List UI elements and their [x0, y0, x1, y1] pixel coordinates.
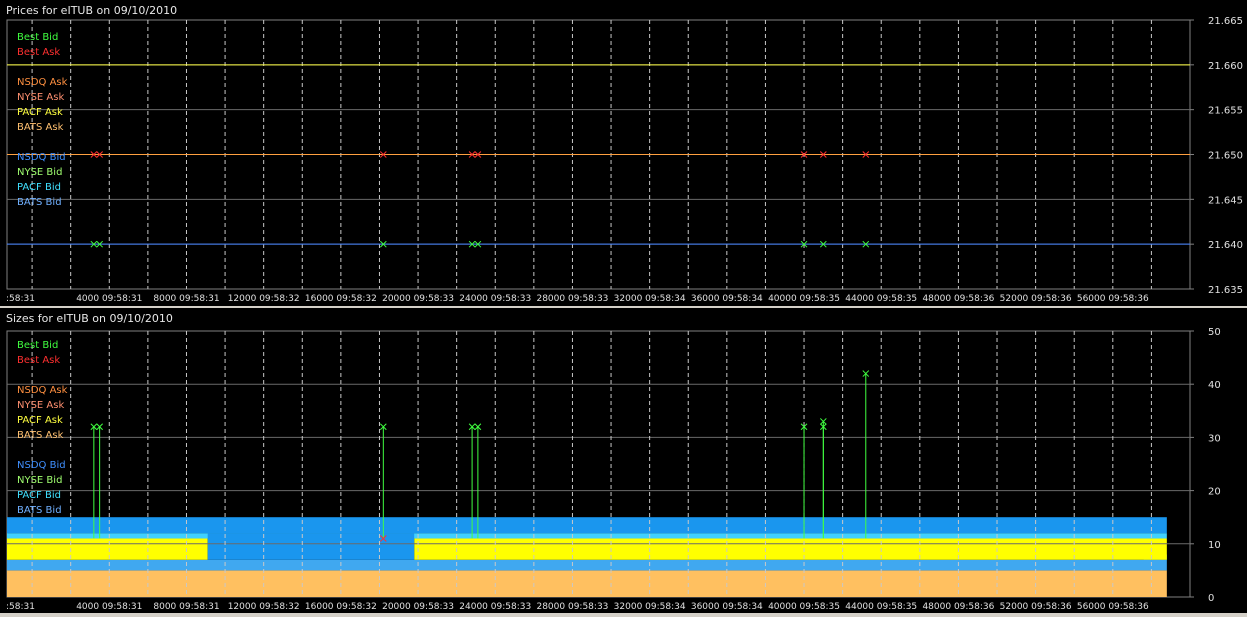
y-tick-label: 21.650: [1208, 151, 1243, 162]
price-panel-title: Prices for eITUB on 09/10/2010: [6, 4, 177, 17]
x-tick-label: :58:31: [6, 294, 35, 304]
x-tick-label: :58:31: [6, 602, 35, 612]
legend-item: PACF Bid: [17, 182, 61, 193]
legend-item: BATS Ask: [17, 430, 64, 441]
x-tick-label: 44000 09:58:35: [845, 602, 917, 612]
legend-item: NYSE Bid: [17, 475, 62, 486]
legend-item: NYSE Ask: [17, 92, 64, 103]
x-tick-label: 24000 09:58:33: [459, 602, 531, 612]
y-tick-label: 21.635: [1208, 285, 1243, 296]
size-band-bats-ask: [7, 570, 1167, 597]
y-tick-label: 21.660: [1208, 61, 1243, 72]
y-tick-label: 30: [1208, 433, 1221, 444]
market-depth-window: Prices for eITUB on 09/10/2010 21.665 21.…: [0, 0, 1247, 613]
legend-item: NSDQ Ask: [17, 77, 68, 88]
x-tick-label: 28000 09:58:33: [536, 294, 608, 304]
legend-item: BATS Bid: [17, 197, 62, 208]
x-tick-label: 12000 09:58:32: [228, 602, 300, 612]
size-band-bats-bid: [7, 559, 1167, 571]
y-tick-label: 21.640: [1208, 240, 1243, 251]
y-tick-label: 50: [1208, 327, 1221, 338]
y-tick-label: 21.655: [1208, 106, 1243, 117]
size-band-pacf-bid: [7, 533, 1167, 539]
x-tick-label: 4000 09:58:31: [76, 602, 142, 612]
x-tick-label: 28000 09:58:33: [536, 602, 608, 612]
y-tick-label: 10: [1208, 540, 1221, 551]
size-band-nsdq-bid: [7, 517, 1167, 534]
x-tick-label: 32000 09:58:34: [614, 602, 686, 612]
price-panel: Prices for eITUB on 09/10/2010 21.665 21.…: [0, 0, 1247, 306]
size-band-pacf-ask: [7, 538, 208, 560]
legend-item: PACF Ask: [17, 107, 63, 118]
x-tick-label: 20000 09:58:33: [382, 294, 454, 304]
legend-item: Best Ask: [17, 355, 60, 366]
x-tick-label: 8000 09:58:31: [153, 602, 219, 612]
x-tick-label: 4000 09:58:31: [76, 294, 142, 304]
legend-item: NYSE Bid: [17, 167, 62, 178]
legend-item: Best Ask: [17, 47, 60, 58]
x-tick-label: 36000 09:58:34: [691, 294, 763, 304]
x-tick-label: 24000 09:58:33: [459, 294, 531, 304]
x-tick-label: 52000 09:58:36: [1000, 602, 1072, 612]
y-tick-label: 21.645: [1208, 195, 1243, 206]
x-tick-label: 48000 09:58:36: [922, 294, 994, 304]
x-tick-label: 32000 09:58:34: [614, 294, 686, 304]
legend-item: Best Bid: [17, 32, 58, 43]
legend-item: NYSE Ask: [17, 400, 64, 411]
legend-item: BATS Bid: [17, 505, 62, 516]
x-tick-label: 48000 09:58:36: [922, 602, 994, 612]
x-tick-label: 20000 09:58:33: [382, 602, 454, 612]
x-tick-label: 56000 09:58:36: [1077, 294, 1149, 304]
legend-item: PACF Bid: [17, 490, 61, 501]
size-panel-title: Sizes for eITUB on 09/10/2010: [6, 312, 173, 325]
x-tick-label: 52000 09:58:36: [1000, 294, 1072, 304]
y-tick-label: 20: [1208, 487, 1221, 498]
x-tick-label: 8000 09:58:31: [153, 294, 219, 304]
y-tick-label: 40: [1208, 380, 1221, 391]
legend-item: NSDQ Ask: [17, 385, 68, 396]
legend-item: PACF Ask: [17, 415, 63, 426]
y-tick-label: 21.665: [1208, 16, 1243, 27]
size-band-pacf-ask: [414, 538, 1167, 560]
x-tick-label: 40000 09:58:35: [768, 602, 840, 612]
x-tick-label: 44000 09:58:35: [845, 294, 917, 304]
x-tick-label: 16000 09:58:32: [305, 602, 377, 612]
legend-item: NSDQ Bid: [17, 460, 66, 471]
market-depth-charts: Prices for eITUB on 09/10/2010 21.665 21.…: [0, 0, 1247, 613]
size-panel: Sizes for eITUB on 09/10/2010 50 40 30 20 10…: [0, 308, 1247, 613]
x-tick-label: 16000 09:58:32: [305, 294, 377, 304]
x-tick-label: 36000 09:58:34: [691, 602, 763, 612]
legend-item: NSDQ Bid: [17, 152, 66, 163]
legend-item: BATS Ask: [17, 122, 64, 133]
legend-item: Best Bid: [17, 340, 58, 351]
y-tick-label: 0: [1208, 593, 1214, 604]
x-tick-label: 12000 09:58:32: [228, 294, 300, 304]
x-tick-label: 40000 09:58:35: [768, 294, 840, 304]
x-tick-label: 56000 09:58:36: [1077, 602, 1149, 612]
